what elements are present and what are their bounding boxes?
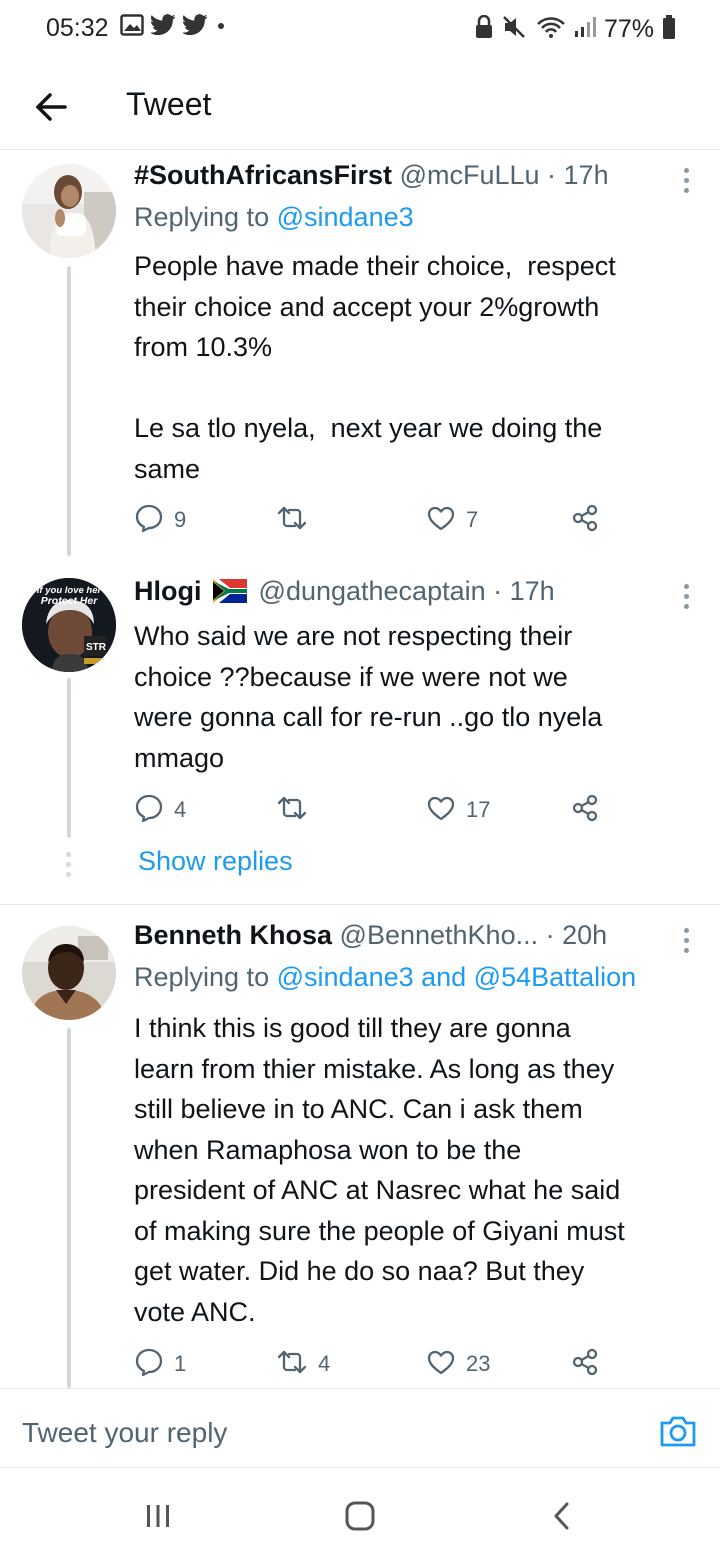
tweet-time: · 17h	[493, 576, 555, 606]
reply-icon	[134, 793, 164, 828]
share-button[interactable]	[570, 502, 600, 538]
battery-percent: 77%	[603, 15, 654, 43]
tweet-actions: 4 17	[134, 792, 614, 828]
page-title: Tweet	[126, 86, 212, 122]
tweet-time: · 20h	[545, 920, 608, 950]
like-count: 7	[466, 507, 479, 532]
avatar[interactable]	[22, 164, 116, 258]
system-icons: 77%	[474, 14, 676, 45]
tweet-actions: 1 4 23	[134, 1346, 614, 1382]
like-button[interactable]: 23	[426, 1346, 490, 1382]
more-options-button[interactable]	[674, 576, 698, 616]
south-africa-flag-icon	[213, 579, 248, 610]
share-icon	[570, 503, 600, 538]
tweet-actions: 9 7	[134, 502, 614, 538]
home-button[interactable]	[340, 1500, 380, 1536]
replying-to-label: Replying to	[134, 202, 270, 232]
tweet-header: #SouthAfricansFirst @mcFuLLu · 17h	[134, 160, 662, 191]
like-count: 17	[466, 797, 491, 822]
tweet[interactable]: #SouthAfricansFirst @mcFuLLu · 17h Reply…	[0, 160, 720, 550]
reply-button[interactable]: 4	[134, 792, 186, 828]
notification-icons	[120, 14, 228, 41]
avatar[interactable]	[22, 926, 116, 1020]
back-button[interactable]	[26, 84, 76, 134]
tweet-time: · 17h	[547, 160, 609, 190]
more-options-button[interactable]	[674, 920, 698, 960]
tweet-header: Benneth Khosa @BennethKho... · 20h	[134, 920, 662, 951]
status-bar: 05:32 77%	[0, 0, 720, 60]
mention-link[interactable]: @sindane3	[277, 202, 414, 232]
battery-icon	[662, 14, 676, 45]
retweet-button[interactable]	[276, 792, 318, 828]
signal-icon	[574, 15, 596, 44]
chevron-left-icon	[550, 1500, 574, 1537]
home-icon	[344, 1500, 376, 1537]
top-app-bar: Tweet	[0, 70, 720, 150]
mention-link[interactable]: @sindane3 and @54Battalion	[277, 962, 637, 992]
share-button[interactable]	[570, 792, 600, 828]
wifi-icon	[536, 15, 566, 44]
like-count: 23	[466, 1351, 491, 1376]
tweet[interactable]: STR If you love her Protect Her Hlogi @d…	[0, 576, 720, 886]
status-time: 05:32	[46, 14, 109, 42]
replying-to: Replying to @sindane3	[134, 202, 414, 233]
user-handle[interactable]: @dungathecaptain	[259, 576, 486, 606]
twitter-bird-icon	[150, 14, 176, 41]
like-button[interactable]: 17	[426, 792, 490, 828]
tweet-text: People have made their choice, respect t…	[134, 251, 616, 484]
tweet-header: Hlogi @dungathecaptain · 17h	[134, 576, 662, 610]
replying-to-label: Replying to	[134, 962, 270, 992]
display-name[interactable]: Benneth Khosa	[134, 920, 332, 950]
share-button[interactable]	[570, 1346, 600, 1382]
twitter-bird-icon	[182, 14, 208, 41]
avatar-caption-bottom: Protect Her	[41, 595, 99, 607]
reply-button[interactable]: 9	[134, 502, 186, 538]
retweet-icon	[276, 1348, 308, 1381]
notification-dot-icon	[214, 14, 228, 41]
recent-apps-button[interactable]	[138, 1500, 178, 1536]
user-handle[interactable]: @BennethKho...	[340, 920, 539, 950]
avatar[interactable]: STR If you love her Protect Her	[22, 578, 116, 672]
display-name[interactable]: #SouthAfricansFirst	[134, 160, 392, 190]
reply-count: 9	[174, 507, 187, 532]
camera-button[interactable]	[658, 1413, 698, 1449]
retweet-icon	[276, 504, 308, 537]
gallery-icon	[120, 14, 144, 41]
camera-icon	[658, 1416, 698, 1453]
lock-icon	[474, 14, 494, 44]
more-options-button[interactable]	[674, 160, 698, 200]
retweet-count: 4	[318, 1351, 331, 1376]
user-handle[interactable]: @mcFuLLu	[400, 160, 540, 190]
reply-count: 4	[174, 797, 187, 822]
retweet-icon	[276, 794, 308, 827]
back-nav-button[interactable]	[542, 1500, 582, 1536]
retweet-button[interactable]: 4	[276, 1346, 330, 1382]
reply-count: 1	[174, 1351, 187, 1376]
show-replies-link[interactable]: Show replies	[138, 846, 293, 877]
reply-composer: Tweet your reply	[0, 1388, 720, 1468]
reply-icon	[134, 1347, 164, 1382]
like-button[interactable]: 7	[426, 502, 478, 538]
arrow-left-icon	[34, 92, 68, 127]
replying-to: Replying to @sindane3 and @54Battalion	[134, 962, 636, 993]
tweet-text: I think this is good till they are gonna…	[134, 1013, 625, 1327]
share-icon	[570, 1347, 600, 1382]
heart-icon	[426, 504, 456, 537]
heart-icon	[426, 1348, 456, 1381]
reply-button[interactable]: 1	[134, 1346, 186, 1382]
reply-input[interactable]: Tweet your reply	[22, 1417, 227, 1449]
recent-apps-icon	[144, 1502, 172, 1535]
tweet-text: Who said we are not respecting their cho…	[134, 621, 603, 773]
share-icon	[570, 793, 600, 828]
avatar-logo-text: STR	[86, 642, 107, 653]
mute-icon	[502, 15, 528, 44]
display-name[interactable]: Hlogi	[134, 576, 202, 606]
divider	[0, 904, 720, 905]
tweet[interactable]: Benneth Khosa @BennethKho... · 20h Reply…	[0, 920, 720, 1388]
system-navigation-bar	[0, 1470, 720, 1560]
heart-icon	[426, 794, 456, 827]
retweet-button[interactable]	[276, 502, 318, 538]
reply-icon	[134, 503, 164, 538]
